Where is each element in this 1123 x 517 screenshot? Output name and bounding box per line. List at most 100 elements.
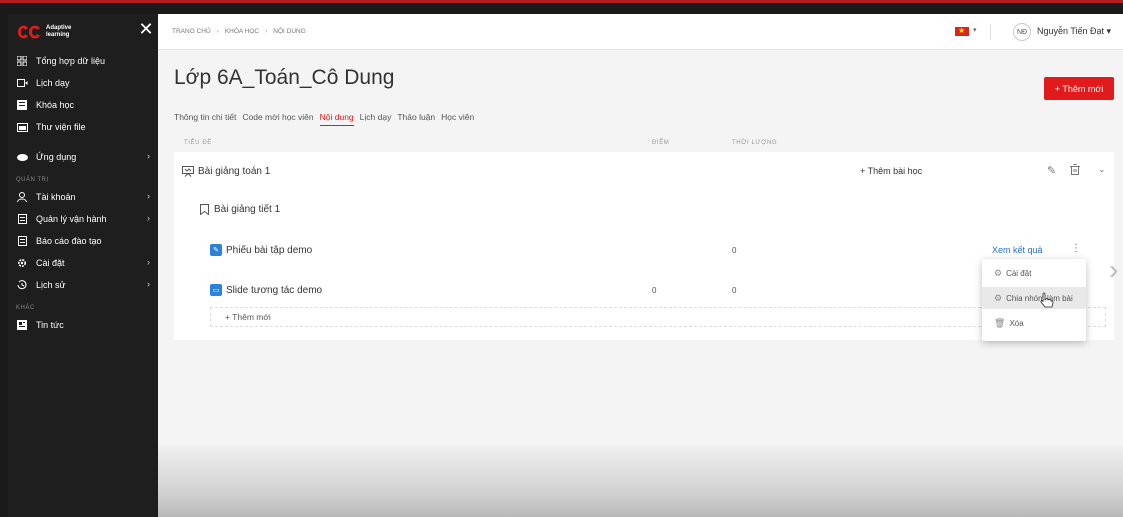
item-duration: 0 <box>732 285 737 295</box>
trash-icon: 🗑 <box>994 317 1006 328</box>
tab-invite-code[interactable]: Code mời học viên <box>242 112 313 126</box>
lesson-row[interactable]: Bài giảng tiết 1 <box>174 190 1114 228</box>
chapter-row[interactable]: Bài giảng toán 1 + Thêm bài học ✎ ⌄ <box>174 152 1114 190</box>
worksheet-icon: ✎ <box>210 244 222 256</box>
sidebar: Adaptive learning ✕ Tổng hợp dữ liệu Lịc… <box>8 14 158 517</box>
sidebar-item-label: Tài khoản <box>36 192 76 202</box>
folder-icon <box>16 121 28 133</box>
sidebar-section-admin: QUẢN TRỊ <box>16 177 49 183</box>
menu-item-label: Cài đặt <box>1006 268 1032 278</box>
chapter-title-group: Bài giảng toán 1 <box>182 165 270 177</box>
slide-icon: ▭ <box>210 284 222 296</box>
page-title: Lớp 6A_Toán_Cô Dung <box>174 66 395 89</box>
menu-item-settings[interactable]: ⚙ Cài đặt <box>982 262 1086 284</box>
column-header-title: TIÊU ĐỀ <box>184 140 212 146</box>
content-card: Bài giảng toán 1 + Thêm bài học ✎ ⌄ Bài … <box>174 152 1114 340</box>
sidebar-item-label: Lịch dạy <box>36 78 70 88</box>
chapter-title: Bài giảng toán 1 <box>198 165 271 177</box>
logo-icon <box>16 22 42 42</box>
document-icon <box>16 213 28 225</box>
sidebar-item-tin-tuc[interactable]: Tin tức <box>8 314 158 336</box>
item-title: Slide tương tác demo <box>226 284 323 296</box>
avatar[interactable]: NĐ <box>1013 23 1031 41</box>
add-item-button[interactable]: + Thêm mới <box>210 307 1106 327</box>
tab-students[interactable]: Học viên <box>441 112 474 126</box>
sidebar-item-lich-day[interactable]: Lịch dạy <box>8 72 158 94</box>
sidebar-item-label: Báo cáo đào tạo <box>36 236 102 246</box>
hand-cursor-icon <box>1040 292 1054 313</box>
item-score: 0 <box>652 285 657 295</box>
user-icon <box>16 191 28 203</box>
sidebar-item-lich-su[interactable]: Lịch sử › <box>8 274 158 296</box>
more-vertical-icon[interactable]: ⋮ <box>1071 243 1081 254</box>
table-row[interactable]: ✎ Phiếu bài tập demo 0 Xem kết quả ⋮ <box>174 231 1114 269</box>
sidebar-item-bao-cao[interactable]: Báo cáo đào tạo <box>8 230 158 252</box>
sidebar-item-tong-hop[interactable]: Tổng hợp dữ liệu <box>8 50 158 72</box>
lesson-title: Bài giảng tiết 1 <box>214 203 281 215</box>
sidebar-item-quan-ly[interactable]: Quản lý vận hành › <box>8 208 158 230</box>
chevron-right-icon: › <box>147 151 150 161</box>
item-title-group: ▭ Slide tương tác demo <box>210 284 322 296</box>
top-bar: TRANG CHỦ › KHÓA HỌC › NỘI DUNG ▾ NĐ Ngu… <box>158 14 1123 50</box>
context-menu: ⚙ Cài đặt ⚙ Chia nhóm làm bài 🗑 Xóa <box>982 259 1086 341</box>
tab-content[interactable]: Nội dung <box>319 112 354 126</box>
sidebar-item-label: Lịch sử <box>36 280 66 290</box>
sidebar-item-cai-dat[interactable]: Cài đặt › <box>8 252 158 274</box>
lesson-title-group: Bài giảng tiết 1 <box>198 203 280 215</box>
sidebar-item-label: Thư viện file <box>36 122 86 132</box>
sidebar-item-label: Ứng dụng <box>36 152 77 162</box>
table-row[interactable]: ▭ Slide tương tác demo 0 0 <box>174 271 1114 309</box>
sidebar-item-label: Cài đặt <box>36 258 65 268</box>
menu-item-delete[interactable]: 🗑 Xóa <box>982 312 1086 334</box>
presentation-icon <box>182 165 194 177</box>
app-icon <box>16 151 28 163</box>
sidebar-item-tai-khoan[interactable]: Tài khoản › <box>8 186 158 208</box>
settings-icon: ⚙ <box>994 267 1003 278</box>
sidebar-item-ung-dung[interactable]: Ứng dụng › <box>8 146 158 168</box>
sidebar-item-label: Khóa học <box>36 100 75 110</box>
settings-icon <box>16 257 28 269</box>
chevron-down-icon[interactable]: ▾ <box>973 26 977 34</box>
sidebar-item-thu-vien[interactable]: Thư viện file <box>8 116 158 138</box>
tab-discussion[interactable]: Thảo luận <box>397 112 435 126</box>
add-lesson-button[interactable]: + Thêm bài học <box>860 166 922 176</box>
breadcrumb-courses[interactable]: KHÓA HỌC <box>225 28 259 35</box>
main-area: TRANG CHỦ › KHÓA HỌC › NỘI DUNG ▾ NĐ Ngu… <box>158 14 1123 517</box>
column-header-score: ĐIỂM <box>652 140 670 146</box>
chevron-down-icon[interactable]: ⌄ <box>1098 164 1106 175</box>
add-new-button[interactable]: + Thêm mới <box>1044 77 1114 100</box>
sidebar-section-other: KHÁC <box>16 305 35 311</box>
chevron-right-icon: › <box>147 213 150 223</box>
news-icon <box>16 319 28 331</box>
bottom-fade <box>158 446 1123 517</box>
sidebar-item-khoa-hoc[interactable]: Khóa học <box>8 94 158 116</box>
chevron-right-icon: › <box>147 257 150 267</box>
chevron-right-icon[interactable]: › <box>1109 254 1118 286</box>
trash-icon[interactable] <box>1070 164 1080 178</box>
chevron-right-icon: › <box>147 191 150 201</box>
tab-details[interactable]: Thông tin chi tiết <box>174 112 236 126</box>
sidebar-item-label: Tổng hợp dữ liệu <box>36 56 105 66</box>
edit-icon[interactable]: ✎ <box>1047 164 1056 177</box>
breadcrumb-home[interactable]: TRANG CHỦ <box>172 28 211 35</box>
logo-text-line2: learning <box>46 32 70 38</box>
grid-icon <box>16 55 28 67</box>
close-sidebar-button[interactable]: ✕ <box>138 20 154 38</box>
history-icon <box>16 279 28 291</box>
sidebar-item-label: Quản lý vận hành <box>36 214 107 224</box>
bookmark-icon <box>198 203 210 215</box>
menu-item-group-split[interactable]: ⚙ Chia nhóm làm bài <box>982 287 1086 309</box>
view-results-link[interactable]: Xem kết quả <box>992 245 1043 255</box>
vietnam-flag-icon[interactable] <box>955 26 969 36</box>
chevron-right-icon: › <box>147 279 150 289</box>
chevron-right-icon: › <box>265 28 268 35</box>
report-icon <box>16 235 28 247</box>
item-title: Phiếu bài tập demo <box>226 244 313 256</box>
user-name-menu[interactable]: Nguyễn Tiến Đạt ▾ <box>1037 26 1111 37</box>
book-icon <box>16 99 28 111</box>
top-accent-line <box>0 0 1123 3</box>
tab-schedule[interactable]: Lịch dạy <box>360 112 392 126</box>
breadcrumb-content: NỘI DUNG <box>273 28 306 35</box>
logo-text-line1: Adaptive <box>46 25 72 31</box>
settings-icon: ⚙ <box>994 292 1003 303</box>
